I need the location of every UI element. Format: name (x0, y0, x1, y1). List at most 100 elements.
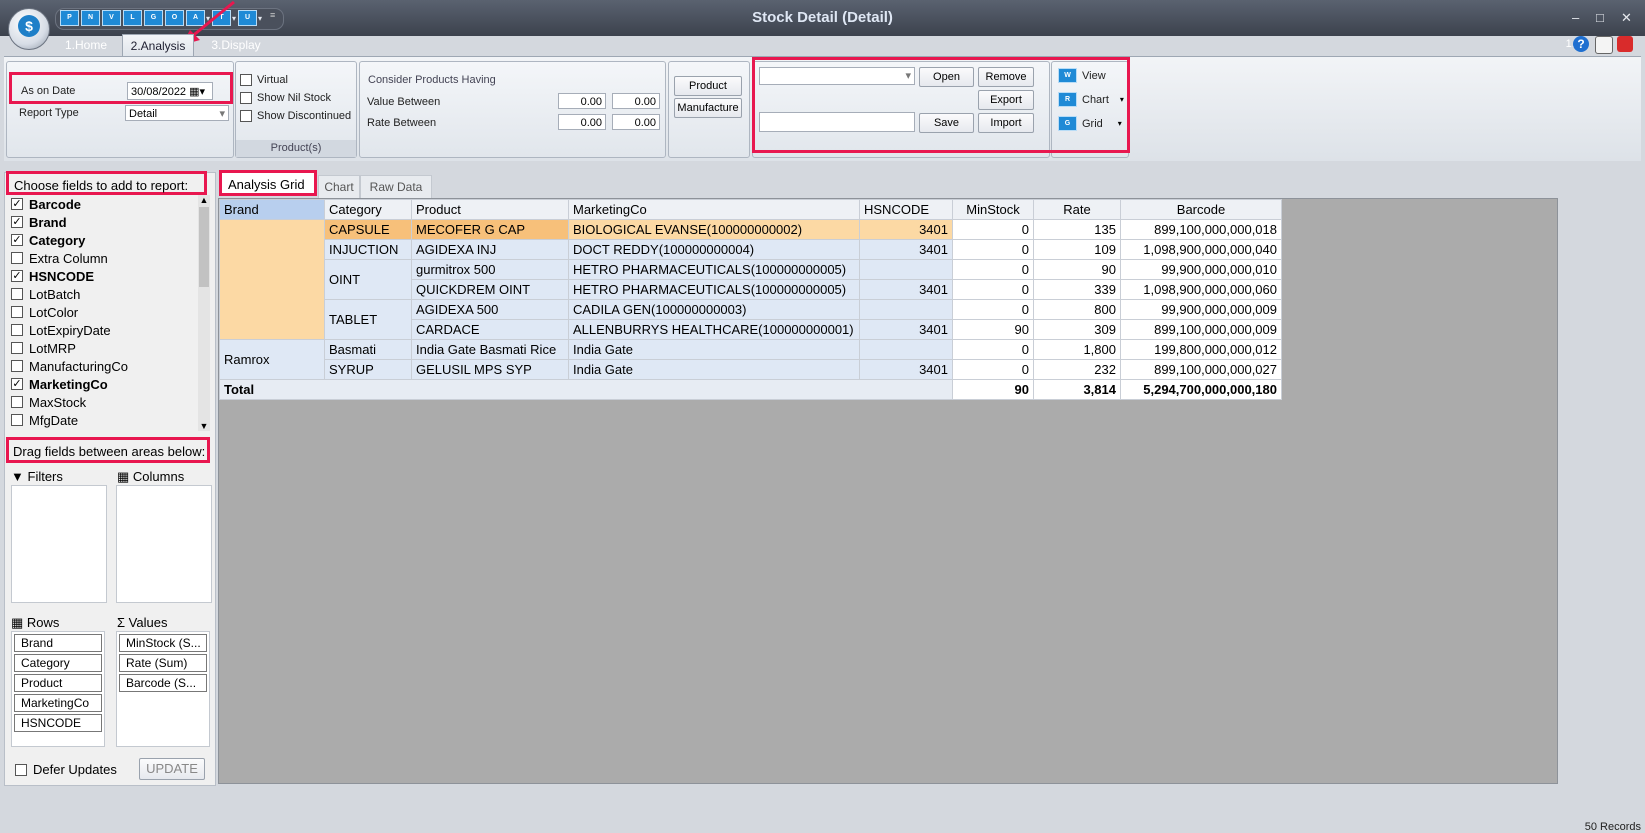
column-header[interactable]: Category (324, 199, 412, 220)
area-field-chip[interactable]: HSNCODE (14, 714, 102, 732)
field-item[interactable]: LotColor (11, 303, 199, 321)
field-item[interactable]: ✓ MarketingCo (11, 375, 199, 393)
product-cell[interactable]: AGIDEXA 500 (411, 299, 569, 320)
area-field-chip[interactable]: Product (14, 674, 102, 692)
marketing-co-cell[interactable]: India Gate (568, 339, 860, 360)
minstock-cell[interactable]: 0 (952, 259, 1034, 280)
marketing-co-cell[interactable]: HETRO PHARMACEUTICALS(100000000005) (568, 259, 860, 280)
area-field-chip[interactable]: Barcode (S... (119, 674, 207, 692)
category-cell[interactable]: INJUCTION (324, 239, 412, 260)
product-cell[interactable]: India Gate Basmati Rice (411, 339, 569, 360)
as-on-date-field[interactable]: 30/08/2022 ▦▾ (127, 82, 213, 100)
minstock-cell[interactable]: 0 (952, 279, 1034, 300)
area-field-chip[interactable]: MinStock (S... (119, 634, 207, 652)
field-checkbox[interactable] (11, 324, 23, 336)
marketing-co-cell[interactable]: India Gate (568, 359, 860, 380)
rate-cell[interactable]: 135 (1033, 219, 1121, 240)
field-checkbox[interactable] (11, 288, 23, 300)
category-cell[interactable]: Basmati (324, 339, 412, 360)
area-field-chip[interactable]: MarketingCo (14, 694, 102, 712)
report-type-select[interactable]: Detail ▾ (125, 105, 229, 121)
field-checkbox[interactable] (11, 306, 23, 318)
area-field-chip[interactable]: Rate (Sum) (119, 654, 207, 672)
maximize-icon[interactable]: □ (1596, 10, 1604, 25)
column-header[interactable]: MarketingCo (568, 199, 860, 220)
minstock-cell[interactable]: 0 (952, 219, 1034, 240)
virtual-checkbox[interactable] (240, 74, 252, 86)
scroll-up-icon[interactable]: ▲ (198, 195, 210, 205)
marketing-co-cell[interactable]: DOCT REDDY(100000000004) (568, 239, 860, 260)
brand-cell[interactable]: Ramrox (219, 339, 325, 380)
minstock-cell[interactable]: 90 (952, 319, 1034, 340)
barcode-cell[interactable]: 899,100,000,000,009 (1120, 319, 1282, 340)
tab-home[interactable]: 1.Home (54, 34, 118, 56)
column-header[interactable]: Brand (219, 199, 325, 220)
table-row[interactable]: OINT gurmitrox 500 HETRO PHARMACEUTICALS(1… (220, 259, 1282, 300)
defer-updates-checkbox[interactable] (15, 763, 27, 776)
field-item[interactable]: ✓ HSNCODE (11, 267, 199, 285)
field-checkbox[interactable]: ✓ (11, 270, 23, 282)
product-cell[interactable]: GELUSIL MPS SYP (411, 359, 569, 380)
hsncode-cell[interactable]: 3401 (859, 279, 953, 300)
tab-analysis[interactable]: 2.Analysis (122, 34, 194, 57)
marketing-co-cell[interactable]: ALLENBURRYS HEALTHCARE(100000000001) (568, 319, 860, 340)
tab-raw-data[interactable]: Raw Data (360, 175, 432, 199)
field-item[interactable]: LotExpiryDate (11, 321, 199, 339)
field-checkbox[interactable] (11, 252, 23, 264)
rate-cell[interactable]: 800 (1033, 299, 1121, 320)
hsncode-cell[interactable]: 3401 (859, 239, 953, 260)
minstock-cell[interactable]: 0 (952, 299, 1034, 320)
filters-area[interactable] (11, 485, 107, 603)
hsncode-cell[interactable] (859, 299, 953, 320)
barcode-cell[interactable]: 199,800,000,000,012 (1120, 339, 1282, 360)
category-cell[interactable]: OINT (324, 259, 412, 300)
barcode-cell[interactable]: 99,900,000,000,010 (1120, 259, 1282, 280)
marketing-co-cell[interactable]: HETRO PHARMACEUTICALS(100000000005) (568, 279, 860, 300)
table-row[interactable]: Ramrox Basmati India Gate Basmati Rice Indi… (219, 339, 1282, 380)
barcode-cell[interactable]: 1,098,900,000,000,060 (1120, 279, 1282, 300)
brand-cell[interactable] (219, 219, 325, 340)
rate-cell[interactable]: 339 (1033, 279, 1121, 300)
field-checkbox[interactable] (11, 342, 23, 354)
hsncode-cell[interactable]: 3401 (859, 319, 953, 340)
minimize-icon[interactable]: – (1572, 10, 1579, 25)
marketing-co-cell[interactable]: BIOLOGICAL EVANSE(100000000002) (568, 219, 860, 240)
field-checkbox[interactable]: ✓ (11, 198, 23, 210)
show-nil-stock-checkbox[interactable] (240, 92, 252, 104)
table-row[interactable]: TABLET AGIDEXA 500 CADILA GEN(100000000003… (220, 299, 1282, 340)
product-cell[interactable]: QUICKDREM OINT (411, 279, 569, 300)
field-item[interactable]: ✓ Barcode (11, 195, 199, 213)
product-button[interactable]: Product (674, 76, 742, 96)
field-checkbox[interactable] (11, 360, 23, 372)
field-checkbox[interactable]: ✓ (11, 216, 23, 228)
field-item[interactable]: LotBatch (11, 285, 199, 303)
table-row[interactable]: SYRUP GELUSIL MPS SYP India Gate 3401 0 232 89… (220, 359, 1282, 380)
column-header[interactable]: MinStock (952, 199, 1034, 220)
app-logo-button[interactable]: $ (8, 8, 50, 50)
field-checkbox[interactable]: ✓ (11, 378, 23, 390)
tab-display[interactable]: 3.Display (204, 34, 268, 56)
update-button[interactable]: UPDATE (139, 758, 205, 780)
field-item[interactable]: ✓ Category (11, 231, 199, 249)
calendar-icon[interactable]: ▦▾ (189, 86, 205, 98)
area-field-chip[interactable]: Brand (14, 634, 102, 652)
help-icon[interactable]: ? (1573, 36, 1589, 52)
product-cell[interactable]: CARDACE (411, 319, 569, 340)
field-checkbox[interactable] (11, 414, 23, 426)
field-list-scrollbar[interactable]: ▲ ▼ (198, 195, 210, 431)
barcode-cell[interactable]: 99,900,000,000,009 (1120, 299, 1282, 320)
field-item[interactable]: MaxStock (11, 393, 199, 411)
barcode-cell[interactable]: 899,100,000,000,018 (1120, 219, 1282, 240)
field-item[interactable]: ManufacturingCo (11, 357, 199, 375)
rows-area[interactable]: Brand Category Product MarketingCo HSNCODE (11, 631, 105, 747)
show-discontinued-checkbox[interactable] (240, 110, 252, 122)
rate-cell[interactable]: 109 (1033, 239, 1121, 260)
minstock-cell[interactable]: 0 (952, 239, 1034, 260)
rate-cell[interactable]: 1,800 (1033, 339, 1121, 360)
show-nil-stock-option[interactable]: Show Nil Stock (240, 92, 331, 104)
column-header[interactable]: Rate (1033, 199, 1121, 220)
field-item[interactable]: LotMRP (11, 339, 199, 357)
table-row[interactable]: INJUCTION AGIDEXA INJ DOCT REDDY(100000000… (220, 239, 1282, 260)
table-row[interactable]: CAPSULE MECOFER G CAP BIOLOGICAL EVANSE(10… (219, 219, 1282, 340)
rate-from-input[interactable]: 0.00 (558, 114, 606, 130)
